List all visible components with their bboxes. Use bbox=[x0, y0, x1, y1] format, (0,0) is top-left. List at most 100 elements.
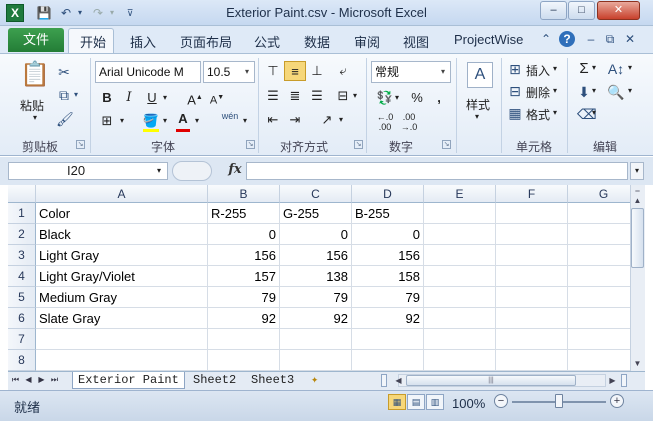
cell-g5[interactable] bbox=[568, 287, 630, 308]
row-header-4[interactable]: 4 bbox=[8, 266, 36, 287]
percent-style-icon[interactable]: % bbox=[406, 88, 428, 108]
insert-cells-icon[interactable]: ⊞ bbox=[507, 61, 523, 77]
decrease-decimal-icon[interactable]: .00 →.0 bbox=[398, 112, 420, 132]
cell-d6[interactable]: 92 bbox=[352, 308, 424, 329]
italic-button[interactable]: I bbox=[118, 88, 140, 108]
delete-cells-button[interactable]: 删除 bbox=[526, 84, 550, 101]
last-sheet-icon[interactable]: ⏭ bbox=[49, 373, 60, 387]
font-color-icon[interactable]: A bbox=[172, 109, 194, 129]
phonetic-guide-icon[interactable]: wén bbox=[218, 111, 242, 131]
insert-dropdown-icon[interactable]: ▾ bbox=[553, 64, 557, 73]
cell-e6[interactable] bbox=[424, 308, 496, 329]
scroll-left-icon[interactable]: ◀ bbox=[392, 374, 405, 387]
number-launcher-icon[interactable]: ↘ bbox=[442, 140, 451, 149]
cell-e8[interactable] bbox=[424, 350, 496, 371]
help-icon[interactable]: ? bbox=[559, 31, 575, 47]
vertical-scroll-thumb[interactable] bbox=[631, 208, 644, 268]
font-color-dropdown-icon[interactable]: ▾ bbox=[192, 111, 202, 131]
font-size-dropdown-icon[interactable]: ▾ bbox=[240, 62, 254, 82]
alignment-launcher-icon[interactable]: ↘ bbox=[354, 140, 363, 149]
find-select-icon[interactable]: 🔍 bbox=[607, 84, 625, 100]
tab-projectwise[interactable]: ProjectWise bbox=[454, 32, 523, 47]
merge-dropdown-icon[interactable]: ▾ bbox=[350, 86, 360, 106]
cell-b5[interactable]: 79 bbox=[208, 287, 280, 308]
tab-split-handle[interactable] bbox=[381, 374, 387, 387]
borders-icon[interactable]: ⊞ bbox=[96, 111, 118, 131]
prev-sheet-icon[interactable]: ◀ bbox=[23, 373, 34, 387]
workbook-close-icon[interactable]: ✕ bbox=[622, 31, 638, 47]
cell-g6[interactable] bbox=[568, 308, 630, 329]
cell-g2[interactable] bbox=[568, 224, 630, 245]
cell-f6[interactable] bbox=[496, 308, 568, 329]
column-header-f[interactable]: F bbox=[496, 185, 568, 203]
scroll-down-icon[interactable]: ▼ bbox=[631, 357, 644, 370]
sheet-tab-sheet3[interactable]: Sheet3 bbox=[246, 372, 299, 389]
fill-dropdown-icon[interactable]: ▾ bbox=[592, 86, 596, 95]
tab-insert[interactable]: 插入 bbox=[130, 32, 156, 51]
cell-f3[interactable] bbox=[496, 245, 568, 266]
tab-data[interactable]: 数据 bbox=[304, 32, 330, 51]
first-sheet-icon[interactable]: ⏮ bbox=[10, 373, 21, 387]
styles-button[interactable]: 样式 bbox=[466, 96, 490, 113]
clear-icon[interactable]: ⌫ bbox=[577, 106, 597, 122]
column-header-a[interactable]: A bbox=[36, 185, 208, 203]
phonetic-dropdown-icon[interactable]: ▾ bbox=[240, 111, 250, 131]
column-header-d[interactable]: D bbox=[352, 185, 424, 203]
cut-icon[interactable]: ✂ bbox=[56, 64, 72, 80]
row-header-2[interactable]: 2 bbox=[8, 224, 36, 245]
cell-g8[interactable] bbox=[568, 350, 630, 371]
cell-a3[interactable]: Light Gray bbox=[36, 245, 208, 266]
cell-c4[interactable]: 138 bbox=[280, 266, 352, 287]
paste-button[interactable]: 粘贴 bbox=[20, 97, 44, 114]
cell-d1[interactable]: B-255 bbox=[352, 203, 424, 224]
copy-dropdown-icon[interactable]: ▾ bbox=[72, 87, 80, 103]
cell-a8[interactable] bbox=[36, 350, 208, 371]
autosum-dropdown-icon[interactable]: ▾ bbox=[592, 63, 596, 72]
find-select-dropdown-icon[interactable]: ▾ bbox=[628, 86, 632, 95]
insert-cells-button[interactable]: 插入 bbox=[526, 62, 550, 79]
expand-formula-bar-icon[interactable]: ▾ bbox=[630, 162, 644, 180]
cell-c5[interactable]: 79 bbox=[280, 287, 352, 308]
zoom-slider-thumb[interactable] bbox=[555, 394, 563, 408]
row-header-1[interactable]: 1 bbox=[8, 203, 36, 224]
select-all-corner[interactable] bbox=[8, 185, 36, 203]
format-cells-icon[interactable]: ▦ bbox=[507, 105, 523, 121]
cell-g3[interactable] bbox=[568, 245, 630, 266]
styles-icon[interactable]: A bbox=[467, 62, 493, 88]
insert-function-icon[interactable]: fx bbox=[226, 161, 244, 179]
increase-indent-icon[interactable]: ⇥ bbox=[284, 110, 306, 130]
cell-e4[interactable] bbox=[424, 266, 496, 287]
orientation-icon[interactable]: ↗ bbox=[316, 110, 338, 130]
fill-color-dropdown-icon[interactable]: ▾ bbox=[160, 111, 170, 131]
cell-b4[interactable]: 157 bbox=[208, 266, 280, 287]
row-header-6[interactable]: 6 bbox=[8, 308, 36, 329]
close-button[interactable]: ✕ bbox=[597, 1, 640, 20]
wrap-text-icon[interactable]: ⤶ bbox=[332, 61, 354, 81]
tab-view[interactable]: 视图 bbox=[403, 32, 429, 51]
orientation-dropdown-icon[interactable]: ▾ bbox=[336, 110, 346, 130]
zoom-in-icon[interactable]: + bbox=[610, 394, 624, 408]
cell-c3[interactable]: 156 bbox=[280, 245, 352, 266]
tab-formulas[interactable]: 公式 bbox=[254, 32, 280, 51]
cell-d2[interactable]: 0 bbox=[352, 224, 424, 245]
page-break-view-icon[interactable]: ▥ bbox=[426, 394, 444, 410]
delete-dropdown-icon[interactable]: ▾ bbox=[553, 86, 557, 95]
cell-e5[interactable] bbox=[424, 287, 496, 308]
insert-sheet-icon[interactable]: ✦ bbox=[306, 372, 323, 389]
clear-dropdown-icon[interactable]: ▾ bbox=[592, 108, 596, 117]
cell-c8[interactable] bbox=[280, 350, 352, 371]
minimize-ribbon-icon[interactable]: ⌃ bbox=[538, 31, 554, 47]
align-center-icon[interactable]: ≣ bbox=[284, 86, 306, 106]
autosum-icon[interactable]: Σ bbox=[577, 61, 591, 77]
format-painter-icon[interactable]: 🖌 bbox=[56, 111, 74, 127]
font-name-combo[interactable]: Arial Unicode M bbox=[95, 61, 201, 83]
number-format-dropdown-icon[interactable]: ▾ bbox=[436, 62, 450, 82]
cell-a5[interactable]: Medium Gray bbox=[36, 287, 208, 308]
align-top-icon[interactable]: ⊤ bbox=[262, 61, 284, 81]
formula-bar-splitter[interactable] bbox=[172, 161, 212, 181]
cell-e1[interactable] bbox=[424, 203, 496, 224]
cell-b8[interactable] bbox=[208, 350, 280, 371]
fill-icon[interactable]: ⬇ bbox=[577, 84, 591, 100]
worksheet-grid[interactable]: A B C D E F G 1 Color R-255 G-255 B-255 2 Blac… bbox=[8, 185, 630, 371]
cell-f1[interactable] bbox=[496, 203, 568, 224]
